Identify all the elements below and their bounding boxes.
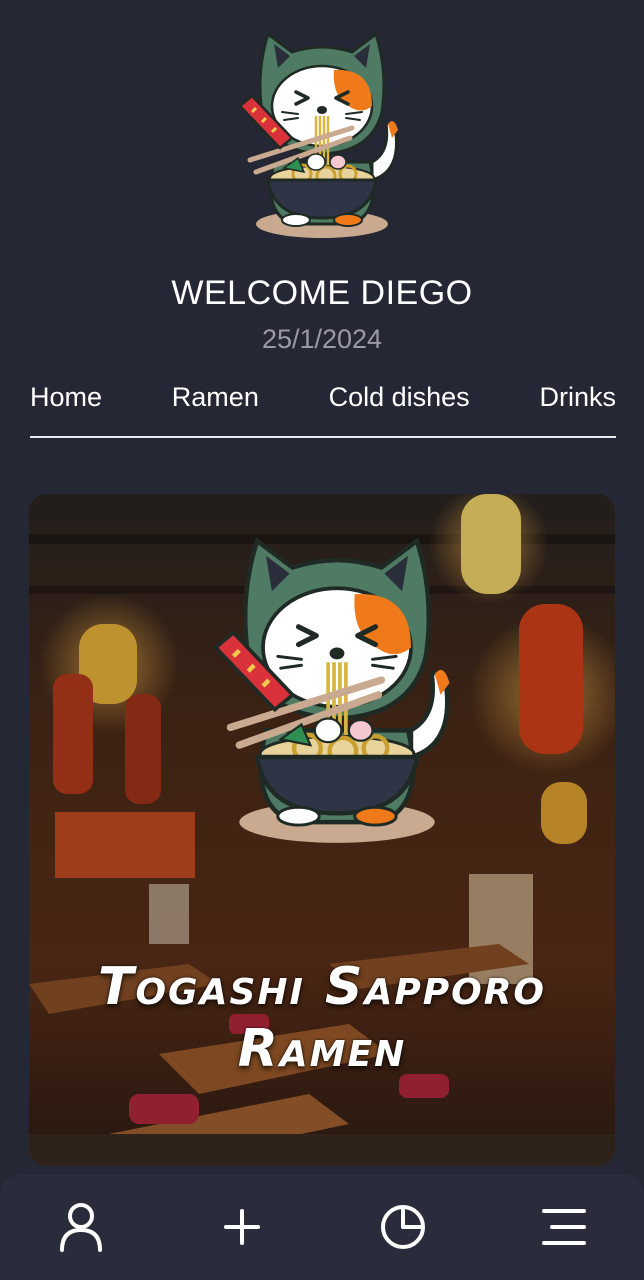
- add-button[interactable]: [207, 1192, 277, 1262]
- app-screen: WELCOME DIEGO 25/1/2024 Home Ramen Cold …: [0, 0, 644, 1280]
- menu-icon: [541, 1209, 586, 1245]
- hero-title-line-2: Ramen: [237, 1019, 407, 1079]
- tab-drinks[interactable]: Drinks: [539, 380, 616, 413]
- cat-logo-icon: [222, 12, 422, 248]
- hero-cat-mascot-icon: [189, 508, 485, 858]
- tab-cold-dishes[interactable]: Cold dishes: [329, 380, 470, 413]
- stats-button[interactable]: [368, 1192, 438, 1262]
- plus-icon: [223, 1209, 260, 1245]
- menu-button[interactable]: [529, 1192, 599, 1262]
- welcome-title: WELCOME DIEGO: [171, 274, 473, 312]
- bottom-navigation: [0, 1174, 644, 1280]
- user-icon: [59, 1203, 102, 1252]
- profile-button[interactable]: [46, 1192, 116, 1262]
- hero-restaurant-title: Togashi Sapporo Ramen: [29, 956, 615, 1080]
- category-tabs: Home Ramen Cold dishes Drinks: [30, 380, 616, 438]
- tab-ramen[interactable]: Ramen: [172, 380, 259, 413]
- hero-title-line-1: Togashi Sapporo: [97, 957, 547, 1017]
- date-label: 25/1/2024: [261, 324, 383, 354]
- hero-banner[interactable]: Togashi Sapporo Ramen: [29, 494, 615, 1166]
- tab-home[interactable]: Home: [30, 380, 102, 413]
- pie-chart-icon: [380, 1205, 425, 1249]
